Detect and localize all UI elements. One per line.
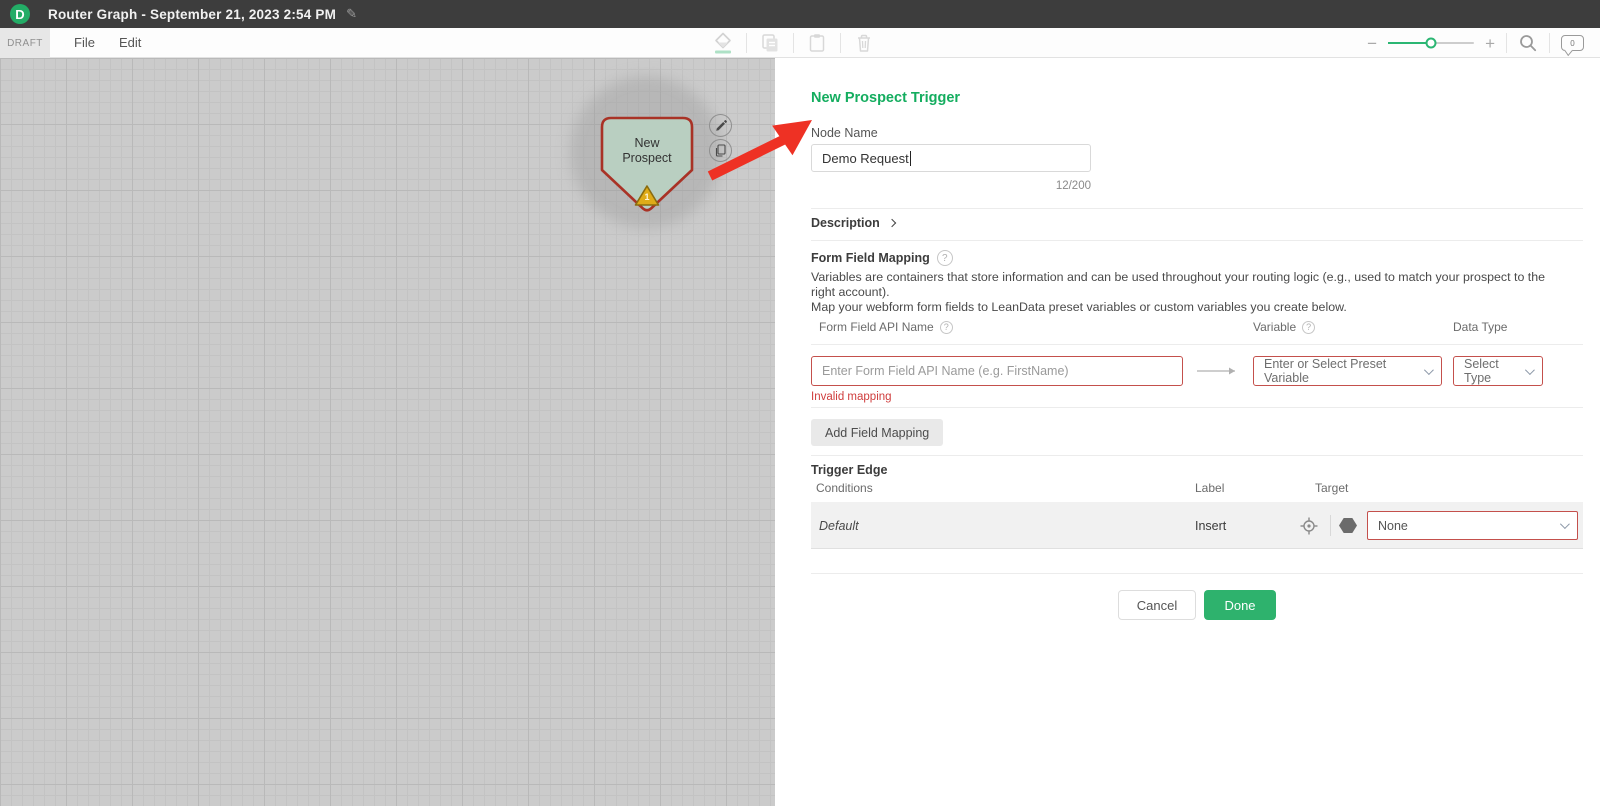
delete-icon[interactable] [853,32,875,54]
search-icon[interactable] [1518,33,1538,53]
zoom-slider[interactable] [1388,42,1474,44]
toolbar-divider [1506,33,1507,53]
form-field-api-name-input[interactable] [811,356,1183,386]
edit-node-button[interactable] [709,114,732,137]
form-field-mapping-label: Form Field Mapping [811,251,930,265]
toolbar-divider [840,33,841,53]
paste-icon[interactable] [806,32,828,54]
rename-pencil-icon[interactable]: ✎ [346,6,357,22]
deploy-icon[interactable] [712,31,734,55]
done-button[interactable]: Done [1204,590,1276,620]
copy-icon[interactable] [759,32,781,54]
column-header-data-type: Data Type [1453,320,1507,334]
text-caret [910,151,911,166]
add-field-mapping-button[interactable]: Add Field Mapping [811,419,943,446]
description-toggle[interactable]: Description [811,216,895,230]
data-type-select-value: Select Type [1464,357,1517,385]
data-type-select[interactable]: Select Type [1453,356,1543,386]
column-header-variable: Variable ? [1253,320,1315,334]
edge-condition-value: Default [819,502,859,549]
comment-count: 0 [1570,39,1574,48]
cancel-button[interactable]: Cancel [1118,590,1196,620]
api-name-header-label: Form Field API Name [819,320,934,334]
toolbar-divider [1549,33,1550,53]
menu-edit[interactable]: Edit [119,28,141,58]
graph-canvas[interactable]: New Prospect 1 [0,58,775,806]
zoom-out-button[interactable]: − [1367,35,1377,52]
menu-file[interactable]: File [74,28,95,58]
target-select[interactable]: None [1367,511,1578,540]
divider [811,407,1583,408]
panel-title: New Prospect Trigger [811,90,960,106]
help-icon[interactable]: ? [940,321,953,334]
divider [811,455,1583,456]
node-name-label: Node Name [811,126,878,140]
help-icon[interactable]: ? [1302,321,1315,334]
mapping-arrow-icon [1195,356,1243,386]
invalid-mapping-error: Invalid mapping [811,391,892,403]
column-header-label: Label [1195,481,1224,495]
edge-label-value: Insert [1195,502,1226,549]
draft-status-badge: DRAFT [0,28,50,58]
title-bar: D Router Graph - September 21, 2023 2:54… [0,0,1600,28]
chevron-right-icon [888,219,896,227]
form-field-mapping-heading: Form Field Mapping ? [811,250,953,266]
divider [811,573,1583,574]
variable-select-value: Enter or Select Preset Variable [1264,357,1416,385]
trigger-edge-row: Default Insert None [811,502,1583,549]
toolbar-divider [746,33,747,53]
column-header-api-name: Form Field API Name ? [819,320,953,334]
node-name-value: Demo Request [822,151,909,166]
document-title: Router Graph - September 21, 2023 2:54 P… [48,7,336,22]
description-label: Description [811,216,880,230]
toolbar: DRAFT File Edit [0,28,1600,58]
trigger-edge-heading: Trigger Edge [811,463,887,477]
comments-icon[interactable]: 0 [1561,35,1584,51]
duplicate-icon [714,144,727,157]
char-counter: 12/200 [811,180,1091,192]
zoom-in-button[interactable]: + [1485,35,1495,52]
toolbar-divider [793,33,794,53]
help-icon[interactable]: ? [937,250,953,266]
duplicate-node-button[interactable] [709,139,732,162]
chevron-down-icon [1560,519,1570,529]
pencil-icon [715,120,727,132]
node-label: New Prospect [599,136,695,166]
variable-header-label: Variable [1253,320,1296,334]
node-name-input[interactable]: Demo Request [811,144,1091,172]
variable-select[interactable]: Enter or Select Preset Variable [1253,356,1442,386]
data-type-header-label: Data Type [1453,320,1507,334]
mapping-intro-line2: Map your webform form fields to LeanData… [811,300,1556,315]
edge-shape-icon[interactable] [1339,518,1357,533]
row-divider [1330,515,1331,536]
column-header-conditions: Conditions [816,481,873,495]
column-header-target: Target [1315,481,1348,495]
locate-edge-icon[interactable] [1299,516,1319,536]
leandata-logo-icon: D [10,4,30,24]
target-select-value: None [1378,519,1408,533]
warning-count: 1 [634,192,660,202]
trigger-config-panel: New Prospect Trigger Node Name Demo Requ… [775,58,1600,806]
app-window: D Router Graph - September 21, 2023 2:54… [0,0,1600,806]
chevron-down-icon [1424,365,1434,375]
zoom-slider-knob[interactable] [1426,38,1437,49]
chevron-down-icon [1525,365,1535,375]
divider [811,240,1583,241]
mapping-intro-line1: Variables are containers that store info… [811,270,1556,300]
divider [811,344,1583,345]
divider [811,208,1583,209]
